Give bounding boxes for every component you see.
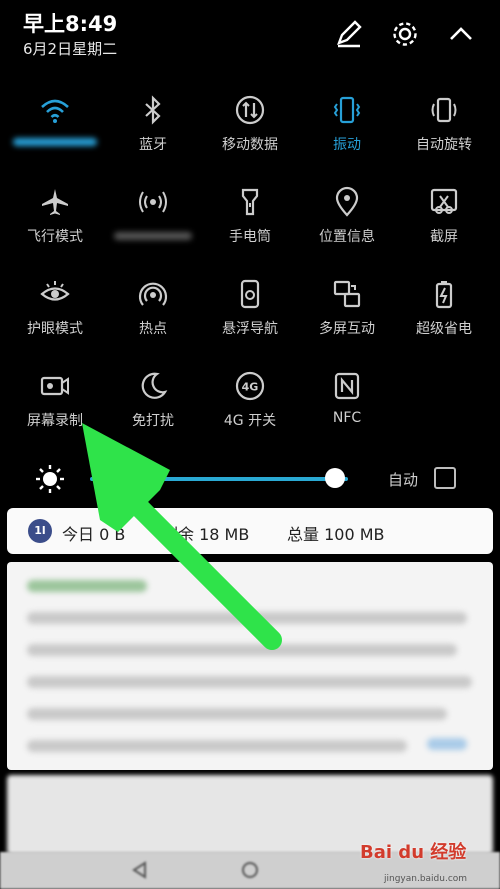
brightness-slider-thumb[interactable] xyxy=(325,468,346,488)
tile-multi-screen[interactable]: 多屏互动 xyxy=(297,272,397,352)
notification-line xyxy=(27,644,457,656)
tile-label: 位置信息 xyxy=(319,229,375,245)
tile-wifi[interactable] xyxy=(5,88,105,168)
brightness-slider-track[interactable] xyxy=(90,477,348,481)
tile-label: 手电筒 xyxy=(229,229,271,245)
collapse-chevron-up-icon[interactable] xyxy=(445,18,477,50)
mobile-data-icon xyxy=(234,94,266,126)
data-usage-icon: 1l xyxy=(28,519,52,543)
notification-line xyxy=(27,740,407,752)
notification-line xyxy=(27,708,447,720)
clock-date: 6月2日星期二 xyxy=(23,40,118,58)
home-icon[interactable] xyxy=(240,860,260,880)
notification-action xyxy=(427,738,467,750)
flashlight-icon xyxy=(234,186,266,218)
edit-icon[interactable] xyxy=(333,18,365,50)
eye-comfort-icon xyxy=(39,278,71,310)
data-usage-card[interactable]: 1l 今日 0 B 剩余 18 MB 总量 100 MB xyxy=(7,508,493,554)
brightness-sun-icon xyxy=(35,464,65,494)
airplane-icon xyxy=(39,186,71,218)
tile-battery-saver[interactable]: 超级省电 xyxy=(394,272,494,352)
tile-label: 护眼模式 xyxy=(27,321,83,337)
bluetooth-icon xyxy=(137,94,169,126)
tile-label: 悬浮导航 xyxy=(222,321,278,337)
tile-label: 多屏互动 xyxy=(319,321,375,337)
tile-label: 4G 开关 xyxy=(223,413,277,429)
screen-record-icon xyxy=(39,370,71,402)
tile-location[interactable]: 位置信息 xyxy=(297,180,397,260)
tile-label: 自动旋转 xyxy=(416,137,472,153)
notification-line xyxy=(27,676,472,688)
tile-label: 屏幕录制 xyxy=(27,413,83,429)
status-header: 早上8:49 6月2日星期二 xyxy=(0,0,500,80)
tile-label: 免打扰 xyxy=(132,413,174,429)
tile-hotspot[interactable]: 热点 xyxy=(103,272,203,352)
tile-eye-comfort[interactable]: 护眼模式 xyxy=(5,272,105,352)
wifi-icon xyxy=(39,94,71,126)
tile-screenshot[interactable]: 截屏 xyxy=(394,180,494,260)
screenshot-icon xyxy=(428,186,460,218)
hotspot-icon xyxy=(137,278,169,310)
tile-airplane-mode[interactable]: 飞行模式 xyxy=(5,180,105,260)
tile-nfc[interactable]: NFC xyxy=(297,364,397,444)
tile-label: 飞行模式 xyxy=(27,229,83,245)
data-today: 今日 0 B xyxy=(62,525,126,544)
tile-mobile-data[interactable]: 移动数据 xyxy=(200,88,300,168)
tile-auto-rotate[interactable]: 自动旋转 xyxy=(394,88,494,168)
tile-label: 蓝牙 xyxy=(139,137,167,153)
back-icon[interactable] xyxy=(130,860,150,880)
tile-vibrate[interactable]: 振动 xyxy=(297,88,397,168)
settings-gear-icon[interactable] xyxy=(389,18,421,50)
tile-4g[interactable]: 4G 4G 开关 xyxy=(200,364,300,444)
tile-hotspot-signal[interactable] xyxy=(103,180,203,260)
tile-label: 热点 xyxy=(139,321,167,337)
brightness-control: 自动 xyxy=(0,458,500,500)
floating-nav-icon xyxy=(234,278,266,310)
notification-card[interactable] xyxy=(7,562,493,770)
tile-label: NFC xyxy=(332,410,362,426)
tile-floating-nav[interactable]: 悬浮导航 xyxy=(200,272,300,352)
location-icon xyxy=(331,186,363,218)
tile-label: 超级省电 xyxy=(416,321,472,337)
baidu-jingyan-watermark: Bai du 经验 xyxy=(360,842,467,863)
battery-saver-icon xyxy=(428,278,460,310)
do-not-disturb-icon xyxy=(137,370,169,402)
tile-label: 移动数据 xyxy=(222,137,278,153)
wifi-network-name xyxy=(13,138,97,146)
clock-time: 早上8:49 xyxy=(23,12,118,36)
tile-label: 截屏 xyxy=(430,229,458,245)
tile-do-not-disturb[interactable]: 免打扰 xyxy=(103,364,203,444)
vibrate-icon xyxy=(331,94,363,126)
4g-icon: 4G xyxy=(234,370,266,402)
tile-screen-record[interactable]: 屏幕录制 xyxy=(5,364,105,444)
tile-bluetooth[interactable]: 蓝牙 xyxy=(103,88,203,168)
auto-rotate-icon xyxy=(428,94,460,126)
data-total: 总量 100 MB xyxy=(287,525,385,544)
blurred-label xyxy=(114,232,192,240)
tile-flashlight[interactable]: 手电筒 xyxy=(200,180,300,260)
nfc-icon xyxy=(331,370,363,402)
notification-header xyxy=(27,580,147,592)
data-remaining: 剩余 18 MB xyxy=(162,525,250,544)
svg-text:4G: 4G xyxy=(242,381,259,394)
hotspot-signal-icon xyxy=(137,186,169,218)
tile-label: 振动 xyxy=(333,137,361,153)
notification-line xyxy=(27,612,467,624)
auto-brightness-label: 自动 xyxy=(388,471,419,489)
multi-screen-icon xyxy=(331,278,363,310)
watermark-url: jingyan.baidu.com xyxy=(384,874,468,884)
auto-brightness-checkbox[interactable] xyxy=(434,467,456,489)
